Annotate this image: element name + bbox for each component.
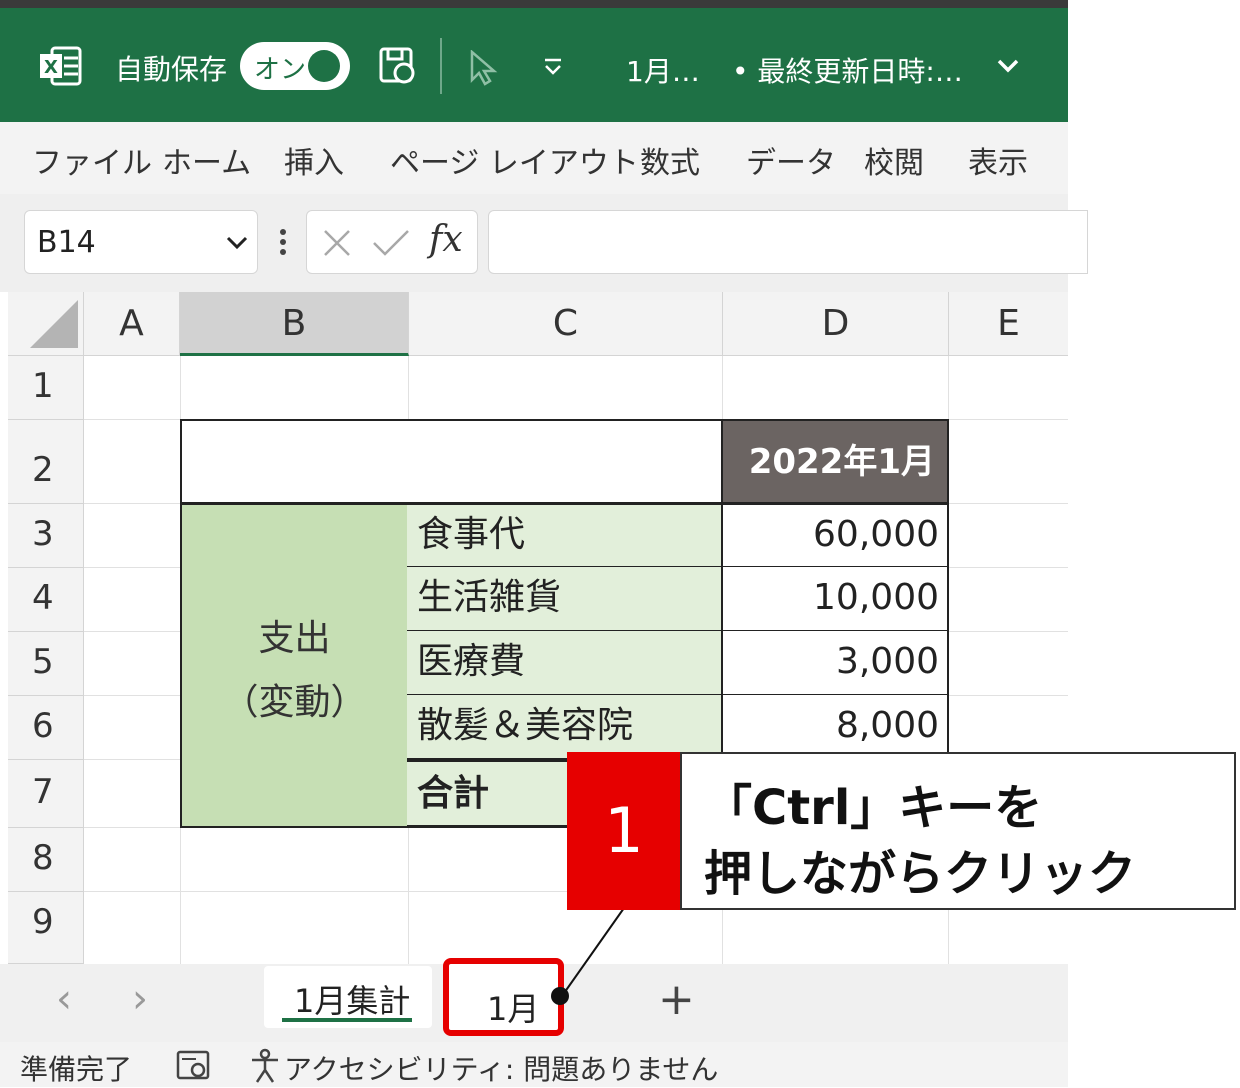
row-header-1[interactable]: 1 [8, 356, 84, 420]
insert-function-icon[interactable]: fx [429, 219, 463, 260]
cancel-icon[interactable] [321, 227, 353, 259]
cell-b2[interactable] [180, 419, 409, 504]
tab-page-layout[interactable]: ページ レイアウト [390, 138, 639, 182]
row-header-9[interactable]: 9 [8, 892, 84, 964]
tab-review[interactable]: 校閲 [864, 138, 924, 182]
svg-text:X: X [44, 57, 58, 78]
item-value[interactable]: 60,000 [723, 503, 949, 568]
cell-c2[interactable] [407, 419, 723, 504]
group-sublabel: （変動） [222, 682, 367, 723]
status-ready: 準備完了 [20, 1053, 133, 1086]
row-header-3[interactable]: 3 [8, 504, 84, 568]
group-label: 支出 [258, 618, 331, 659]
excel-logo-icon[interactable]: X [40, 46, 82, 86]
item-value[interactable]: 3,000 [723, 631, 949, 696]
cursor-icon[interactable] [468, 50, 498, 86]
title-bar: X 自動保存 オン 1月… • 最終更新日時:… [0, 0, 1068, 122]
tab-view[interactable]: 表示 [968, 138, 1028, 182]
autosave-toggle[interactable]: オン [240, 42, 350, 90]
column-header-e[interactable]: E [949, 292, 1068, 356]
tab-home[interactable]: ホーム [162, 138, 251, 182]
window-top-strip [0, 0, 1068, 8]
group-cell-expenses[interactable]: 支出 （変動） [180, 503, 409, 828]
toggle-label: オン [254, 55, 307, 85]
sheet-tab-label: 1月集計 [294, 982, 411, 1020]
column-header-b[interactable]: B [180, 292, 409, 356]
tab-file[interactable]: ファイル [32, 138, 152, 182]
item-name[interactable]: 散髪＆美容院 [407, 695, 723, 760]
enter-icon[interactable] [371, 227, 411, 259]
select-all-triangle-icon [30, 300, 78, 348]
more-options-icon[interactable] [276, 226, 290, 258]
autosave-label: 自動保存 [115, 53, 228, 86]
active-tab-underline [282, 1018, 412, 1022]
column-header-d[interactable]: D [723, 292, 949, 356]
add-sheet-icon[interactable]: + [658, 974, 695, 1025]
titlebar-divider [440, 38, 442, 94]
column-header-c[interactable]: C [409, 292, 723, 356]
prev-sheet-icon[interactable]: ‹ [56, 976, 72, 1022]
sheet-tab-label: 1月 [487, 990, 540, 1028]
item-value[interactable]: 10,000 [723, 567, 949, 632]
last-modified[interactable]: • 最終更新日時:… [732, 50, 963, 90]
callout-leader-line [551, 907, 625, 1005]
formula-actions: fx [306, 210, 478, 274]
instruction-callout: 「Ctrl」キーを 押しながらクリック [680, 752, 1236, 910]
formula-input[interactable] [488, 210, 1088, 274]
next-sheet-icon[interactable]: › [132, 976, 148, 1022]
tab-formulas[interactable]: 数式 [640, 138, 700, 182]
row-header-7[interactable]: 7 [8, 760, 84, 828]
name-box-value: B14 [37, 225, 96, 260]
status-accessibility[interactable]: アクセシビリティ: 問題ありません [284, 1048, 718, 1088]
sheet-tab-summary[interactable]: 1月集計 [264, 966, 432, 1028]
title-chevron-icon[interactable] [996, 56, 1020, 76]
row-header-8[interactable]: 8 [8, 828, 84, 892]
macro-record-icon[interactable] [176, 1050, 212, 1082]
item-name[interactable]: 医療費 [407, 631, 723, 696]
column-header-a[interactable]: A [84, 292, 180, 356]
row-header-6[interactable]: 6 [8, 696, 84, 760]
row-header-2[interactable]: 2 [8, 420, 84, 504]
tab-insert[interactable]: 挿入 [284, 138, 344, 182]
toggle-knob [308, 50, 340, 82]
item-name[interactable]: 生活雑貨 [407, 567, 723, 632]
row-header-5[interactable]: 5 [8, 632, 84, 696]
callout-line-1: 「Ctrl」キーを [704, 780, 1043, 836]
qat-dropdown-icon[interactable] [542, 56, 564, 78]
step-number-badge: 1 [567, 752, 681, 910]
accessibility-icon[interactable] [248, 1048, 282, 1084]
row-header-4[interactable]: 4 [8, 568, 84, 632]
save-icon[interactable] [378, 46, 418, 86]
chevron-down-icon[interactable] [225, 235, 249, 251]
tab-data[interactable]: データ [746, 138, 836, 182]
item-value[interactable]: 8,000 [723, 695, 949, 760]
file-name[interactable]: 1月… [626, 50, 700, 90]
callout-line-2: 押しながらクリック [704, 846, 1137, 902]
header-cell-period[interactable]: 2022年1月 [723, 419, 949, 504]
select-all-button[interactable] [8, 292, 84, 356]
item-name[interactable]: 食事代 [407, 503, 723, 568]
name-box[interactable]: B14 [24, 210, 258, 274]
